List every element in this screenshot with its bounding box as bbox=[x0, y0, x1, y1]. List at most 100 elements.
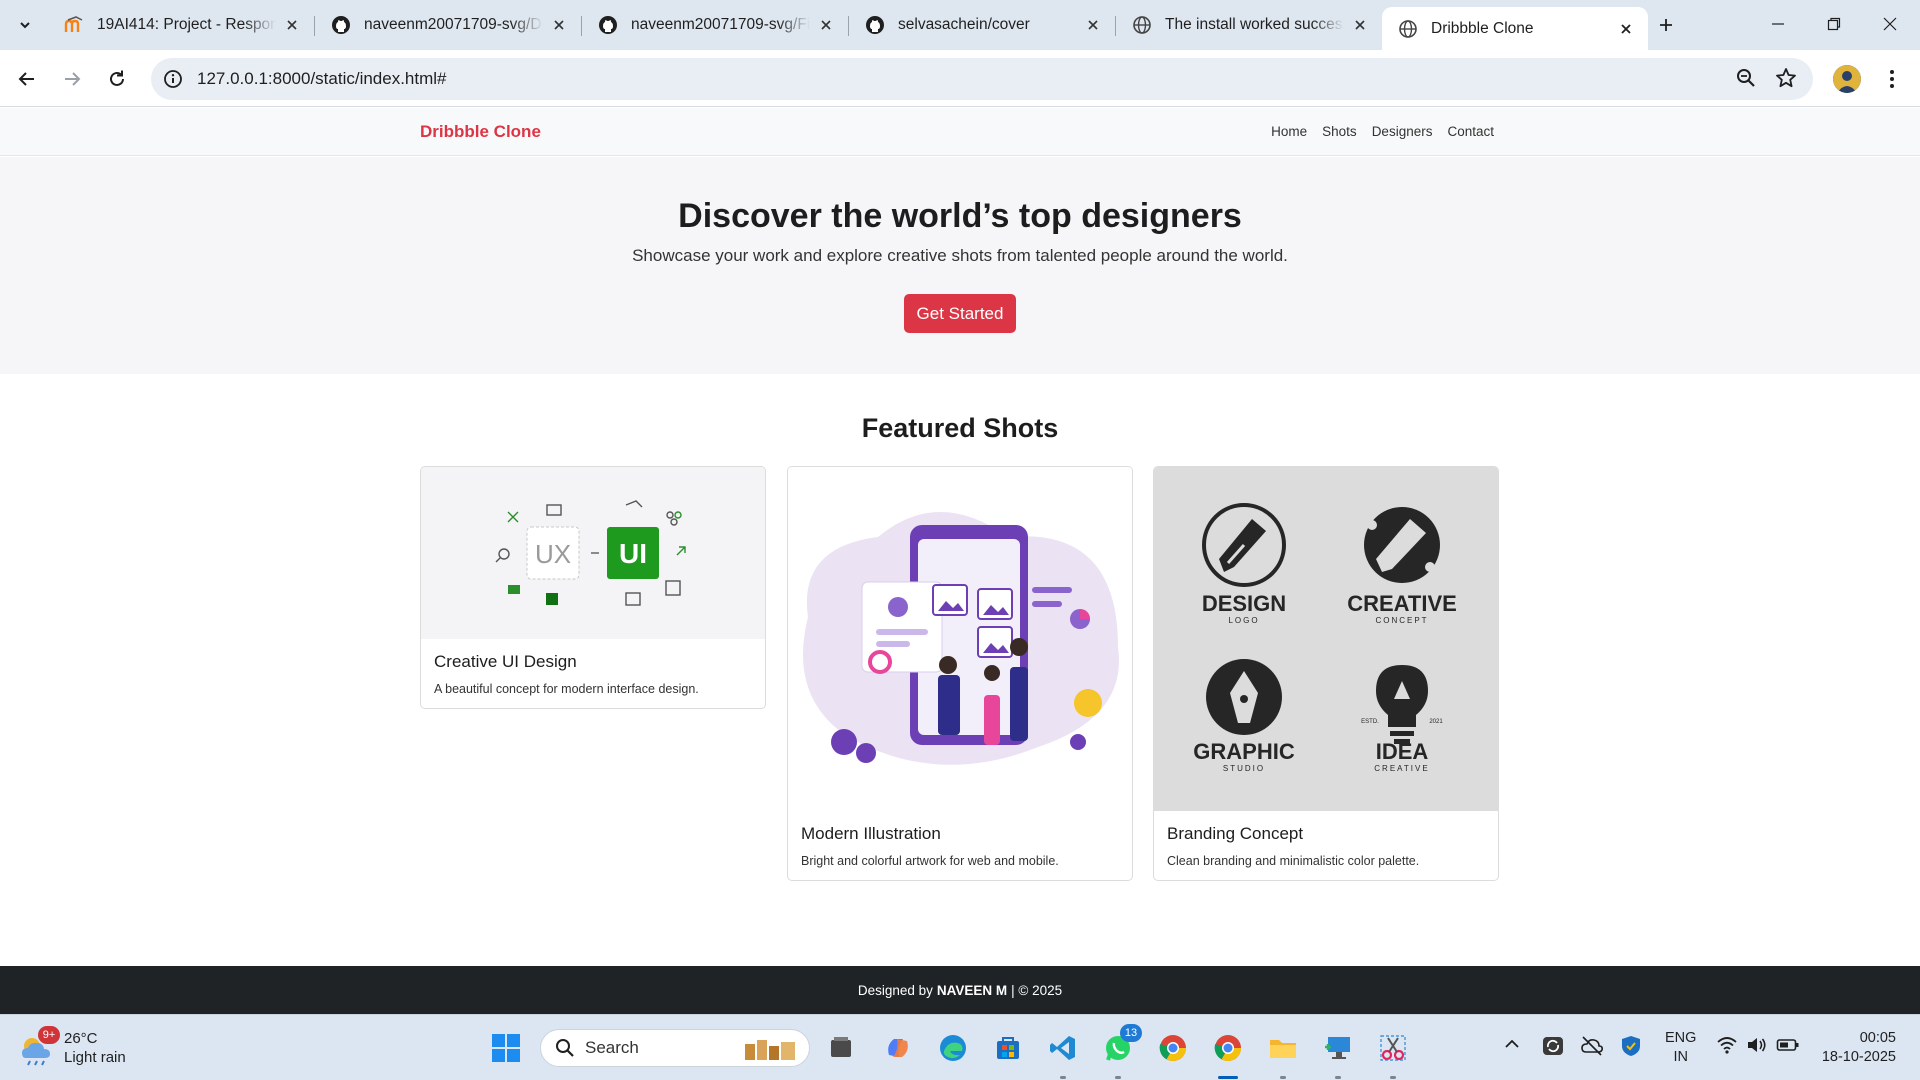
nav-link-shots[interactable]: Shots bbox=[1322, 124, 1357, 139]
weather-badge: 9+ bbox=[38, 1026, 60, 1044]
nav-link-designers[interactable]: Designers bbox=[1372, 124, 1433, 139]
microsoft-store-icon[interactable] bbox=[990, 1030, 1026, 1066]
copilot-icon[interactable] bbox=[880, 1030, 916, 1066]
onedrive-offline-icon[interactable] bbox=[1580, 1035, 1604, 1062]
volume-icon[interactable] bbox=[1746, 1035, 1768, 1060]
tab-title: selvasachein/cover bbox=[898, 16, 1030, 33]
site-footer: Designed by NAVEEN M | © 2025 bbox=[0, 966, 1920, 1014]
vscode-icon[interactable] bbox=[1045, 1030, 1081, 1066]
taskbar: 9+ 26°C Light rain Search 13 ENG IN 00:0… bbox=[0, 1014, 1920, 1080]
tab-github-cover[interactable]: selvasachein/cover bbox=[849, 7, 1115, 43]
more-vertical-icon bbox=[1890, 70, 1894, 88]
snipping-tool-icon[interactable] bbox=[1375, 1030, 1411, 1066]
system-clock[interactable]: 00:05 18-10-2025 bbox=[1822, 1029, 1896, 1067]
clock-time: 00:05 bbox=[1859, 1030, 1896, 1046]
shot-card-branding-concept[interactable]: DESIGN LOGO CREATIVE CONCEPT GRAPHIC STU… bbox=[1153, 466, 1499, 881]
creative-ui-image: UX UI bbox=[421, 467, 765, 639]
get-started-button[interactable]: Get Started bbox=[904, 294, 1016, 333]
minimize-button[interactable] bbox=[1750, 0, 1806, 48]
card-title[interactable]: Creative UI Design bbox=[434, 652, 752, 672]
github-icon bbox=[598, 15, 618, 35]
globe-icon bbox=[1398, 19, 1418, 39]
input-language-indicator[interactable]: ENG IN bbox=[1665, 1029, 1696, 1067]
sync-icon[interactable] bbox=[1541, 1035, 1565, 1062]
whatsapp-badge: 13 bbox=[1120, 1024, 1142, 1042]
task-view-icon[interactable] bbox=[823, 1030, 859, 1066]
zoom-icon[interactable] bbox=[1735, 67, 1757, 94]
bookmark-star-icon[interactable] bbox=[1775, 67, 1797, 94]
reload-button[interactable] bbox=[100, 62, 134, 96]
ui-label: UI bbox=[619, 538, 647, 569]
tab-dribbble-clone[interactable]: Dribbble Clone bbox=[1382, 7, 1648, 50]
pen-tool-logo-icon bbox=[1364, 507, 1440, 583]
site-info-icon[interactable] bbox=[161, 67, 185, 91]
plus-icon bbox=[1660, 19, 1672, 31]
browser-menu-button[interactable] bbox=[1880, 65, 1904, 93]
card-title[interactable]: Modern Illustration bbox=[801, 824, 1119, 844]
address-bar[interactable]: 127.0.0.1:8000/static/index.html# bbox=[151, 58, 1813, 100]
tab-moodle[interactable]: 19AI414: Project - Respons bbox=[48, 7, 314, 43]
weather-widget[interactable]: 9+ 26°C Light rain bbox=[18, 1026, 126, 1067]
pen-nib-logo-icon bbox=[1202, 503, 1286, 587]
url-text[interactable]: 127.0.0.1:8000/static/index.html# bbox=[197, 69, 447, 89]
close-icon bbox=[1883, 17, 1897, 31]
tab-title: The install worked successf bbox=[1165, 16, 1344, 33]
edge-browser-icon[interactable] bbox=[935, 1030, 971, 1066]
file-explorer-icon[interactable] bbox=[1265, 1030, 1301, 1066]
tab-title: Dribbble Clone bbox=[1431, 19, 1534, 37]
close-icon[interactable] bbox=[549, 15, 569, 35]
browser-toolbar: 127.0.0.1:8000/static/index.html# bbox=[0, 50, 1920, 107]
logo-idea-subtext: CREATIVE bbox=[1374, 764, 1429, 773]
minimize-icon bbox=[1772, 23, 1784, 25]
logo-design-text: DESIGN bbox=[1202, 591, 1286, 616]
ux-label: UX bbox=[535, 539, 571, 569]
tab-github-figma[interactable]: naveenm20071709-svg/Fig bbox=[582, 7, 848, 43]
close-icon[interactable] bbox=[1616, 19, 1636, 39]
globe-icon bbox=[1132, 15, 1152, 35]
weather-temp: 26°C bbox=[64, 1030, 98, 1047]
tab-search-button[interactable] bbox=[8, 10, 42, 40]
logo-graphic-subtext: STUDIO bbox=[1223, 764, 1265, 773]
hero-subtitle: Showcase your work and explore creative … bbox=[632, 246, 1288, 265]
shot-card-modern-illustration[interactable]: Modern Illustration Bright and colorful … bbox=[787, 466, 1133, 881]
card-description: Clean branding and minimalistic color pa… bbox=[1167, 854, 1420, 868]
tab-django-install[interactable]: The install worked successf bbox=[1116, 7, 1382, 43]
github-icon bbox=[331, 15, 351, 35]
new-tab-button[interactable] bbox=[1651, 10, 1681, 40]
site-brand[interactable]: Dribbble Clone bbox=[420, 122, 541, 142]
featured-shots-title: Featured Shots bbox=[861, 413, 1059, 443]
taskbar-search[interactable]: Search bbox=[540, 1029, 810, 1067]
back-button[interactable] bbox=[10, 62, 44, 96]
close-icon[interactable] bbox=[282, 15, 302, 35]
lightbulb-logo-icon bbox=[1376, 665, 1428, 744]
chevron-up-icon[interactable] bbox=[1503, 1035, 1521, 1058]
chrome-icon[interactable] bbox=[1155, 1030, 1191, 1066]
close-icon[interactable] bbox=[1350, 15, 1370, 35]
nav-link-home[interactable]: Home bbox=[1271, 124, 1307, 139]
close-icon[interactable] bbox=[1083, 15, 1103, 35]
restore-icon bbox=[1827, 17, 1841, 31]
logo-estd-text: ESTD. bbox=[1361, 719, 1379, 725]
footer-author: NAVEEN M bbox=[936, 982, 1008, 998]
battery-icon[interactable] bbox=[1776, 1035, 1800, 1060]
logo-design-subtext: LOGO bbox=[1228, 616, 1259, 625]
card-description: A beautiful concept for modern interface… bbox=[434, 682, 699, 696]
forward-button[interactable] bbox=[55, 62, 89, 96]
whatsapp-icon[interactable]: 13 bbox=[1100, 1024, 1142, 1066]
wifi-icon[interactable] bbox=[1716, 1035, 1738, 1060]
nav-link-contact[interactable]: Contact bbox=[1447, 124, 1494, 139]
chrome-active-icon[interactable] bbox=[1210, 1030, 1246, 1066]
remote-desktop-icon[interactable] bbox=[1320, 1030, 1356, 1066]
profile-avatar[interactable] bbox=[1833, 65, 1861, 93]
security-shield-icon[interactable] bbox=[1620, 1035, 1642, 1062]
logo-idea-text: IDEA bbox=[1376, 739, 1429, 764]
windows-start-icon[interactable] bbox=[488, 1030, 524, 1066]
tab-github-dribbble[interactable]: naveenm20071709-svg/Dr bbox=[315, 7, 581, 43]
restore-button[interactable] bbox=[1806, 0, 1862, 48]
close-window-button[interactable] bbox=[1862, 0, 1918, 48]
search-highlight-icon bbox=[745, 1040, 795, 1060]
close-icon[interactable] bbox=[816, 15, 836, 35]
reload-icon bbox=[110, 70, 124, 86]
shot-card-creative-ui[interactable]: UX UI Creative UI Design A beautiful con… bbox=[420, 466, 766, 709]
card-title[interactable]: Branding Concept bbox=[1167, 824, 1485, 844]
